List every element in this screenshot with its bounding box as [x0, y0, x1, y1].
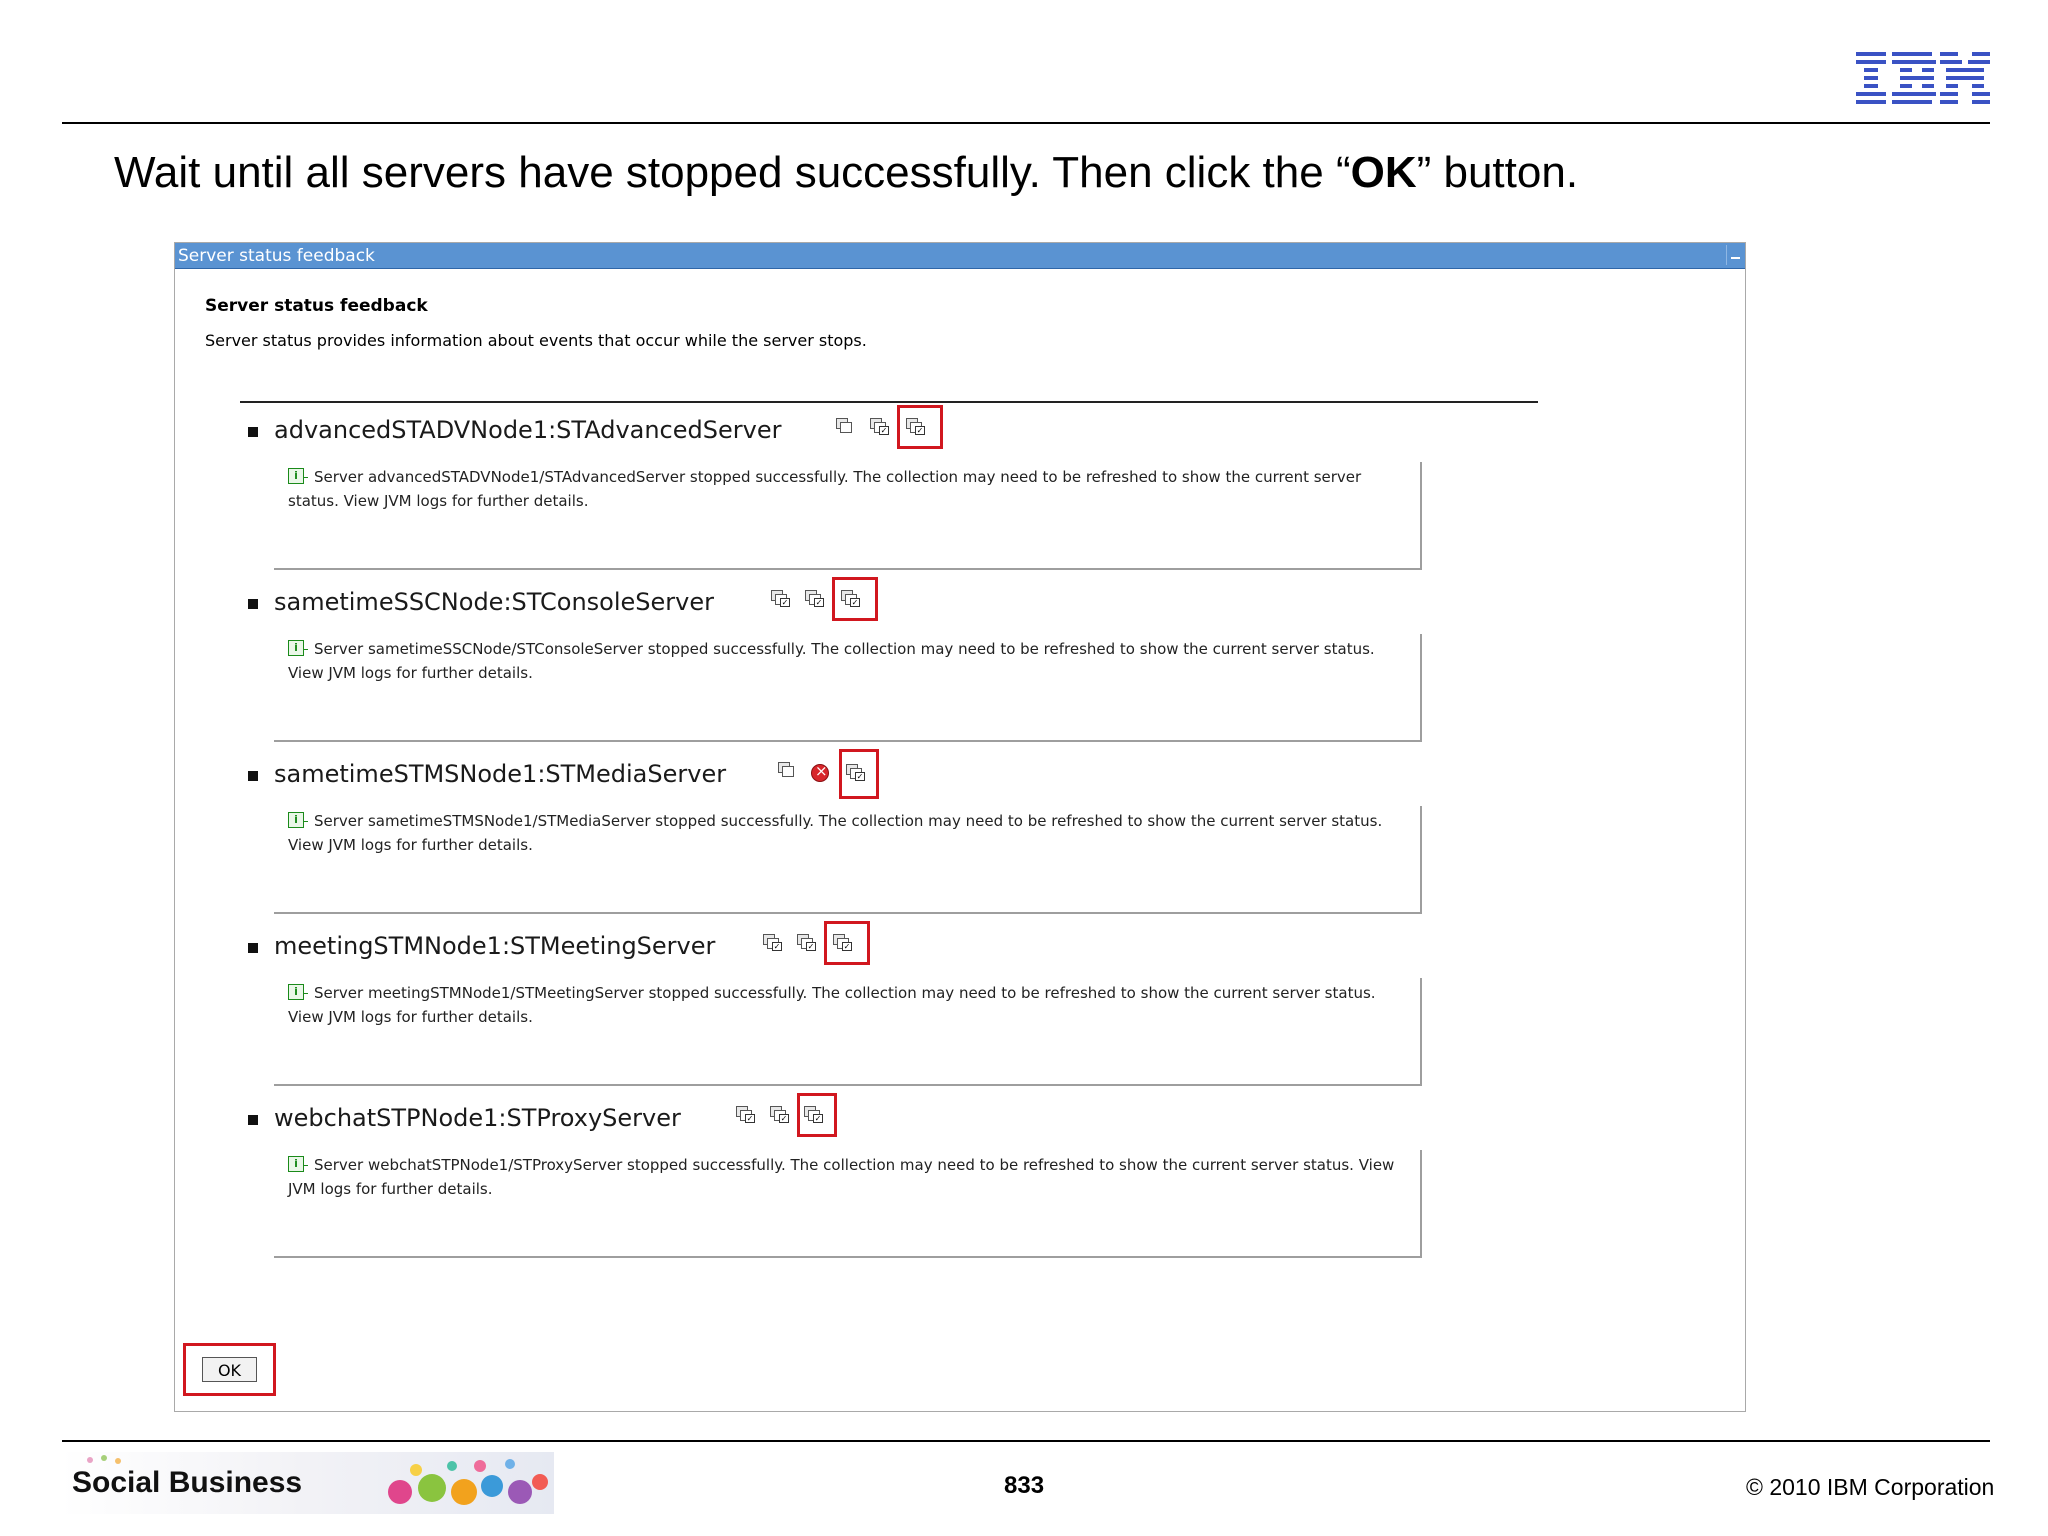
- server-stopping-icon[interactable]: ✓: [769, 1104, 789, 1124]
- server-status-icon[interactable]: ✓: [735, 1104, 755, 1124]
- server-stopping-icon[interactable]: ✓: [869, 416, 889, 436]
- bullet-icon: [248, 1115, 258, 1125]
- server-status-icon[interactable]: ✓: [762, 932, 782, 952]
- status-message-box: i Server sametimeSSCNode/STConsoleServer…: [274, 620, 1422, 742]
- server-name: webchatSTPNode1:STProxyServer: [274, 1104, 681, 1132]
- section-description: Server status provides information about…: [205, 331, 867, 350]
- status-message: Server sametimeSTMSNode1/STMediaServer s…: [288, 812, 1383, 854]
- server-status-icon[interactable]: [777, 760, 797, 780]
- server-stopped-icon[interactable]: ✓: [845, 762, 865, 782]
- error-icon[interactable]: [811, 762, 829, 782]
- server-row: advancedSTADVNode1:STAdvancedServer ✓ ✓ …: [175, 405, 1745, 578]
- dialog-title: Server status feedback: [178, 246, 375, 266]
- status-message: Server webchatSTPNode1/STProxyServer sto…: [288, 1156, 1395, 1198]
- server-row: sametimeSSCNode:STConsoleServer ✓ ✓ ✓ i …: [175, 577, 1745, 750]
- minimize-icon[interactable]: [1726, 245, 1743, 265]
- server-stopping-icon[interactable]: ✓: [796, 932, 816, 952]
- server-stopped-icon[interactable]: ✓: [803, 1104, 823, 1124]
- server-stopped-icon[interactable]: ✓: [832, 932, 852, 952]
- copyright: © 2010 IBM Corporation: [1746, 1474, 1995, 1500]
- instruction-text: Wait until all servers have stopped succ…: [114, 148, 1578, 198]
- server-stopped-icon[interactable]: ✓: [840, 588, 860, 608]
- server-name: advancedSTADVNode1:STAdvancedServer: [274, 416, 782, 444]
- server-row: sametimeSTMSNode1:STMediaServer ✓ i Serv…: [175, 749, 1745, 922]
- status-message-box: i Server sametimeSTMSNode1/STMediaServer…: [274, 792, 1422, 914]
- footer-divider: [62, 1440, 1990, 1442]
- bullet-icon: [248, 427, 258, 437]
- status-message: Server meetingSTMNode1/STMeetingServer s…: [288, 984, 1376, 1026]
- server-stopped-icon[interactable]: ✓: [905, 416, 925, 436]
- status-message-box: i Server webchatSTPNode1/STProxyServer s…: [274, 1136, 1422, 1258]
- header-divider: [62, 122, 1990, 124]
- server-stopping-icon[interactable]: ✓: [804, 588, 824, 608]
- bullet-icon: [248, 771, 258, 781]
- status-message-box: i Server advancedSTADVNode1/STAdvancedSe…: [274, 448, 1422, 570]
- server-status-dialog: Server status feedback Server status fee…: [174, 242, 1746, 1412]
- server-name: sametimeSTMSNode1:STMediaServer: [274, 760, 727, 788]
- list-divider: [240, 401, 1538, 403]
- instruction-after: ” button.: [1416, 148, 1579, 197]
- status-message: Server sametimeSSCNode/STConsoleServer s…: [288, 640, 1375, 682]
- instruction-before: Wait until all servers have stopped succ…: [114, 148, 1351, 197]
- ibm-logo: [1856, 52, 1990, 104]
- bullet-icon: [248, 943, 258, 953]
- ok-button[interactable]: OK: [202, 1357, 257, 1382]
- dialog-titlebar: Server status feedback: [175, 243, 1745, 269]
- server-status-icon[interactable]: ✓: [770, 588, 790, 608]
- bullet-icon: [248, 599, 258, 609]
- section-heading: Server status feedback: [205, 296, 428, 316]
- footer-title: Social Business: [72, 1466, 303, 1499]
- status-message-box: i Server meetingSTMNode1/STMeetingServer…: [274, 964, 1422, 1086]
- status-message: Server advancedSTADVNode1/STAdvancedServ…: [288, 468, 1362, 510]
- server-name: sametimeSSCNode:STConsoleServer: [274, 588, 714, 616]
- server-row: webchatSTPNode1:STProxyServer ✓ ✓ ✓ i Se…: [175, 1093, 1745, 1266]
- server-name: meetingSTMNode1:STMeetingServer: [274, 932, 716, 960]
- page-number: 833: [1004, 1472, 1045, 1499]
- server-row: meetingSTMNode1:STMeetingServer ✓ ✓ ✓ i …: [175, 921, 1745, 1094]
- server-status-icon[interactable]: [835, 416, 855, 436]
- instruction-ok: OK: [1350, 148, 1417, 197]
